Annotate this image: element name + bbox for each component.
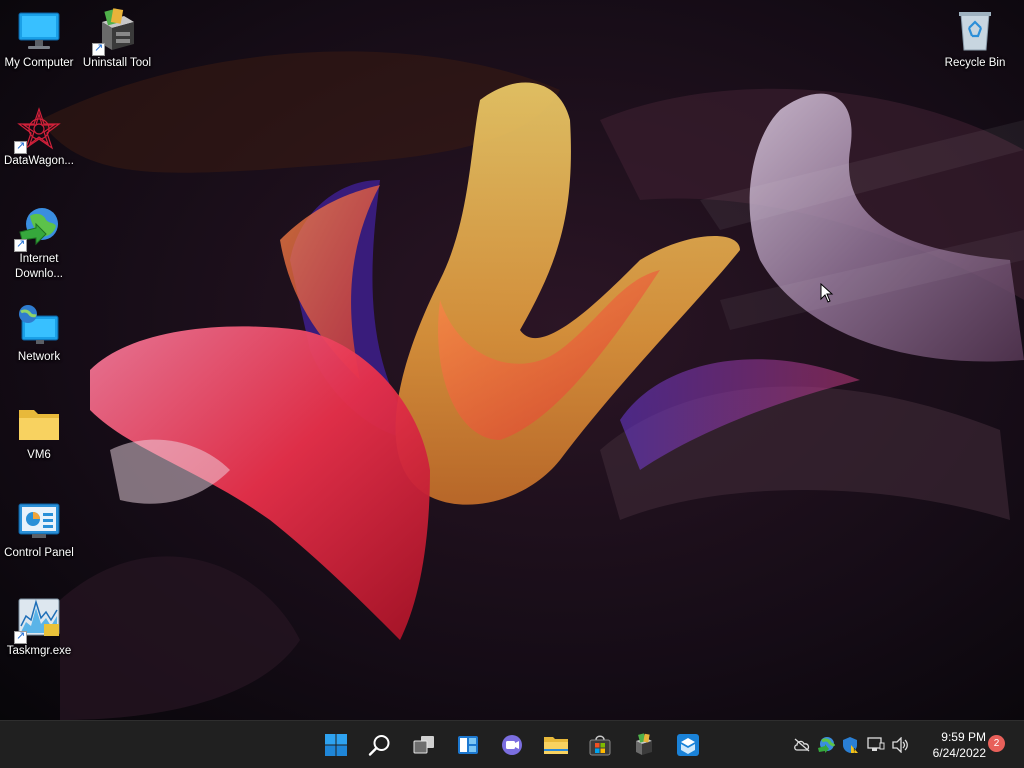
search-button[interactable]: [362, 727, 398, 763]
desktop-icon-my-computer[interactable]: My Computer: [0, 0, 78, 71]
store-icon: [589, 735, 611, 756]
desktop-icon-label: Control Panel: [4, 547, 74, 559]
desktop-icon-taskmgr[interactable]: Taskmgr.exe: [0, 588, 78, 659]
ethernet-icon[interactable]: [866, 735, 886, 755]
network-icon: [16, 302, 62, 348]
desktop-icon-label: Network: [17, 351, 61, 363]
svg-text:!: !: [853, 748, 855, 755]
desktop-icon-label: Uninstall Tool: [82, 57, 152, 69]
desktop-icon-uninstall-tool[interactable]: Uninstall Tool: [78, 0, 156, 71]
task-manager-icon: [14, 596, 62, 644]
widgets-icon: [458, 736, 478, 754]
pinned-app-2-button[interactable]: [670, 727, 706, 763]
desktop-icon-label: VM6: [27, 449, 51, 461]
desktop-icon-label: Taskmgr.exe: [6, 645, 72, 657]
network-globe-icon[interactable]: [816, 735, 836, 755]
task-view-icon: [413, 736, 434, 754]
start-button[interactable]: [318, 727, 354, 763]
mouse-cursor-icon: [820, 283, 834, 303]
pinned-app-button[interactable]: [626, 727, 662, 763]
desktop-icon-network[interactable]: Network: [0, 294, 78, 365]
desktop-icon-internet-download-manager[interactable]: Internet Downlo...: [0, 196, 78, 282]
clock-time: 9:59 PM: [941, 730, 986, 744]
desktop-icon-datawagon[interactable]: DataWagon...: [0, 98, 78, 169]
shortcut-arrow-icon: [14, 237, 27, 252]
desktop-wallpaper: [0, 0, 1024, 720]
cloud-offline-icon[interactable]: [792, 735, 812, 755]
desktop-icon-label: DataWagon...: [4, 155, 74, 167]
windows-start-icon: [325, 734, 347, 756]
folder-icon: [16, 400, 62, 446]
widgets-button[interactable]: [450, 727, 486, 763]
internet-download-manager-icon: [14, 204, 62, 252]
desktop-icon-vm6[interactable]: VM6: [0, 392, 78, 463]
clock-date: 6/24/2022: [932, 746, 986, 760]
folder-icon: [544, 737, 568, 754]
shortcut-arrow-icon: [14, 629, 27, 644]
control-panel-icon: [16, 498, 62, 544]
volume-icon[interactable]: [891, 735, 911, 755]
tools-icon: [636, 733, 652, 755]
taskbar: ! 9:59 PM 6/24/2022 2: [0, 720, 1024, 768]
store-button[interactable]: [582, 727, 618, 763]
monitor-icon: [16, 8, 62, 54]
datawagon-icon: [14, 106, 62, 154]
recycle-bin-icon: [952, 8, 998, 54]
security-shield-icon[interactable]: !: [840, 735, 860, 755]
search-icon: [368, 735, 390, 756]
teams-chat-icon: [502, 735, 522, 755]
desktop-icon-label: My Computer: [4, 57, 74, 69]
desktop-icon-control-panel[interactable]: Control Panel: [0, 490, 78, 561]
uninstall-tool-icon: [92, 8, 140, 56]
shortcut-arrow-icon: [92, 41, 105, 56]
chat-button[interactable]: [494, 727, 530, 763]
shortcut-arrow-icon: [14, 139, 27, 154]
file-explorer-button[interactable]: [538, 727, 574, 763]
desktop-icon-recycle-bin[interactable]: Recycle Bin: [936, 0, 1014, 71]
notification-badge[interactable]: 2: [988, 735, 1005, 752]
desktop-icon-label: Internet Downlo...: [15, 253, 63, 280]
task-view-button[interactable]: [406, 727, 442, 763]
taskbar-clock[interactable]: 9:59 PM 6/24/2022: [916, 729, 986, 761]
desktop-icon-label: Recycle Bin: [944, 57, 1006, 69]
box-icon: [677, 734, 699, 756]
